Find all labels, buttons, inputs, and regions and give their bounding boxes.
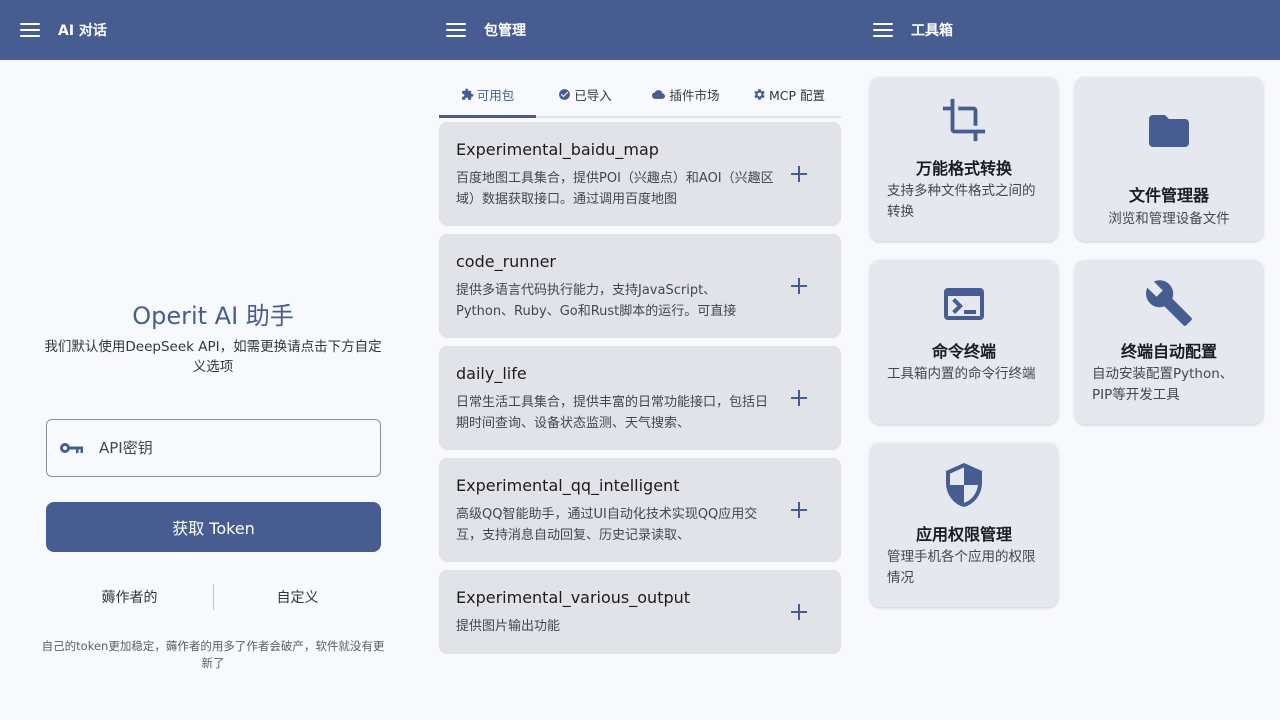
api-key-field[interactable] xyxy=(46,419,381,477)
tab-label: MCP 配置 xyxy=(768,87,826,103)
key-icon xyxy=(60,443,83,453)
package-description: 高级QQ智能助手，通过UI自动化技术实现QQ应用交互，支持消息自动回复、历史记录… xyxy=(456,507,758,543)
package-description: 提供图片输出功能 xyxy=(456,619,561,634)
tab-label: 已导入 xyxy=(574,87,612,103)
menu-icon[interactable] xyxy=(446,23,466,37)
menu-icon[interactable] xyxy=(20,23,40,37)
toolbox-header: 工具箱 xyxy=(873,0,953,60)
custom-key-option[interactable]: 自定义 xyxy=(214,587,381,607)
tool-title: 万能格式转换 xyxy=(915,159,1012,178)
package-description: 百度地图工具集合，提供POI（兴趣点）和AOI（兴趣区域）数据获取接口。通过调用… xyxy=(456,171,774,207)
tab-imported-packages[interactable]: 已导入 xyxy=(536,72,634,116)
add-package-icon[interactable] xyxy=(787,498,811,522)
puzzle-icon xyxy=(461,88,474,100)
add-package-icon[interactable] xyxy=(787,386,811,410)
package-card[interactable]: Experimental_various_output 提供图片输出功能 xyxy=(439,570,841,654)
tool-format-converter[interactable]: 万能格式转换 支持多种文件格式之间的转换 xyxy=(870,77,1058,241)
get-token-button[interactable]: 获取 Token xyxy=(46,502,381,552)
toolbox-panel: 万能格式转换 支持多种文件格式之间的转换 文件管理器 浏览和管理设备文件 命令终… xyxy=(853,60,1280,720)
tab-plugin-market[interactable]: 插件市场 xyxy=(634,72,737,116)
add-package-icon[interactable] xyxy=(787,274,811,298)
tool-title: 文件管理器 xyxy=(1128,186,1209,205)
package-name: Experimental_qq_intelligent xyxy=(456,476,680,495)
tool-description: 自动安装配置Python、PIP等开发工具 xyxy=(1092,366,1234,403)
package-description: 提供多语言代码执行能力，支持JavaScript、Python、Ruby、Go和… xyxy=(456,283,737,319)
tool-terminal-auto-config[interactable]: 终端自动配置 自动安装配置Python、PIP等开发工具 xyxy=(1075,260,1263,424)
tab-label: 插件市场 xyxy=(669,87,720,103)
add-package-icon[interactable] xyxy=(787,600,811,624)
toolbox-title: 工具箱 xyxy=(911,23,953,39)
tool-description: 管理手机各个应用的权限情况 xyxy=(887,549,1036,586)
package-card[interactable]: daily_life 日常生活工具集合，提供丰富的日常功能接口，包括日期时间查询… xyxy=(439,346,841,450)
tab-label: 可用包 xyxy=(476,87,515,103)
package-name: Experimental_baidu_map xyxy=(456,140,659,159)
menu-icon[interactable] xyxy=(873,23,893,37)
tool-app-permission-manager[interactable]: 应用权限管理 管理手机各个应用的权限情况 xyxy=(870,443,1058,607)
tab-available-packages[interactable]: 可用包 xyxy=(439,72,536,118)
package-card[interactable]: code_runner 提供多语言代码执行能力，支持JavaScript、Pyt… xyxy=(439,234,841,338)
cloud-icon xyxy=(652,89,666,99)
package-name: code_runner xyxy=(456,252,557,271)
tool-description: 浏览和管理设备文件 xyxy=(1108,211,1230,227)
package-name: Experimental_various_output xyxy=(456,588,691,607)
ai-assistant-subtitle: 我们默认使用DeepSeek API，如需更换请点击下方自定义选项 xyxy=(44,339,382,375)
gear-icon xyxy=(754,88,765,100)
ai-setup-panel: Operit AI 助手 我们默认使用DeepSeek API，如需更换请点击下… xyxy=(0,60,426,720)
api-key-input[interactable] xyxy=(99,439,349,457)
package-tabs: 可用包 已导入 插件市场 MCP 配置 xyxy=(439,72,841,118)
tab-mcp-config[interactable]: MCP 配置 xyxy=(737,72,841,116)
package-name: daily_life xyxy=(456,364,527,383)
key-source-options: 薅作者的 自定义 xyxy=(46,582,381,612)
add-package-icon[interactable] xyxy=(787,162,811,186)
tool-file-manager[interactable]: 文件管理器 浏览和管理设备文件 xyxy=(1075,77,1263,241)
ai-assistant-title: Operit AI 助手 xyxy=(132,302,294,330)
terminal-icon xyxy=(870,280,1058,328)
top-app-bar: AI 对话 包管理 工具箱 xyxy=(0,0,1280,60)
tool-description: 工具箱内置的命令行终端 xyxy=(887,366,1036,382)
package-manager-panel: 可用包 已导入 插件市场 MCP 配置 Experimental_baidu_m… xyxy=(426,60,853,720)
package-manager-title: 包管理 xyxy=(484,23,526,39)
token-note: 自己的token更加稳定，薅作者的用多了作者会破产，软件就没有更新了 xyxy=(41,639,385,670)
tool-description: 支持多种文件格式之间的转换 xyxy=(887,183,1036,220)
tool-command-terminal[interactable]: 命令终端 工具箱内置的命令行终端 xyxy=(870,260,1058,424)
check-circle-icon xyxy=(559,88,571,100)
package-card[interactable]: Experimental_qq_intelligent 高级QQ智能助手，通过U… xyxy=(439,458,841,562)
folder-icon xyxy=(1075,107,1263,155)
crop-icon xyxy=(870,97,1058,143)
wrench-icon xyxy=(1075,278,1263,328)
package-card[interactable]: Experimental_baidu_map 百度地图工具集合，提供POI（兴趣… xyxy=(439,122,841,226)
use-author-key-option[interactable]: 薅作者的 xyxy=(46,587,213,607)
shield-icon xyxy=(870,461,1058,509)
tool-title: 应用权限管理 xyxy=(915,525,1012,544)
package-description: 日常生活工具集合，提供丰富的日常功能接口，包括日期时间查询、设备状态监测、天气搜… xyxy=(456,395,769,431)
ai-chat-title: AI 对话 xyxy=(58,23,107,39)
package-manager-header: 包管理 xyxy=(446,0,526,60)
ai-chat-header: AI 对话 xyxy=(20,0,107,60)
tool-title: 终端自动配置 xyxy=(1120,342,1217,361)
tool-title: 命令终端 xyxy=(931,342,996,361)
